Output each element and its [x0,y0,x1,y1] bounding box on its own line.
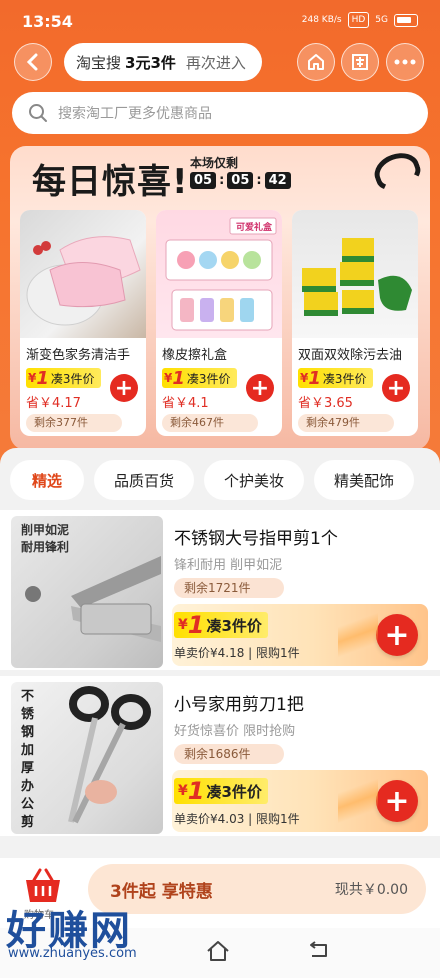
taobao-search-pill[interactable]: 淘宝搜 3元3件 再次进入 [64,43,262,81]
status-icons: 248 KB/s HD 5G [302,12,418,28]
search-icon [29,104,47,122]
item-image-caption: 削甲如泥 耐用锋利 [21,523,70,554]
surprise-product-card[interactable]: 双面双效除污去油 ¥ 1 凑3件价 省￥3.65 剩余479件 + [292,210,418,436]
net-speed: 248 KB/s [301,15,342,25]
home-icon [308,54,324,70]
product-name: 双面双效除污去油 [298,348,403,363]
remaining-badge: 剩余1686件 [174,744,284,764]
list-item[interactable]: 削甲如泥 耐用锋利 不锈钢大号指甲剪1个 锋利耐用 削甲如泥 剩余1721件 ¥… [0,510,440,670]
item-title: 不锈钢大号指甲剪1个 [174,529,338,549]
system-nav-bar: 好赚网 www.zhuanyes.com [0,908,440,978]
product-list-panel: 精选 品质百货 个护美妆 精美配饰 削甲如泥 耐用锋利 不锈钢大号指甲剪1个 锋… [0,448,440,858]
savings-text: 省￥4.17 [26,396,81,411]
add-to-cart-button[interactable]: + [110,374,138,402]
product-name: 渐变色家务清洁手 [26,348,131,363]
timer-label: 本场仅剩 [190,156,239,170]
share-button[interactable] [341,43,379,81]
plus-icon: + [386,375,406,401]
savings-text: 省￥3.65 [298,396,353,411]
timer-minutes: 05 [227,172,254,189]
product-image-gloves [20,210,146,338]
decorative-ribbon [369,147,425,195]
remaining-badge: 剩余1721件 [174,578,284,598]
list-item[interactable]: 不锈钢加厚办公剪 小号家用剪刀1把 好货惊喜价 限时抢购 剩余1686件 ¥ 1… [0,676,440,836]
product-image-erasers: 可爱礼盒 [156,210,282,338]
gloves-illustration [26,236,141,326]
return-icon [310,941,327,957]
plus-icon: + [250,375,270,401]
checkout-button[interactable]: 3件起 享特惠 现共￥0.00 [88,864,426,914]
sponges-illustration [302,238,412,316]
more-dots-icon [394,59,416,65]
remaining-badge: 剩余467件 [162,414,258,432]
product-name: 橡皮擦礼盒 [162,348,228,363]
item-image-caption: 不锈钢加厚办公剪 [21,689,35,830]
plus-icon: + [384,617,410,653]
tab-quality-goods[interactable]: 品质百货 [94,460,194,500]
home-button[interactable] [297,43,335,81]
plus-icon: + [384,783,410,819]
surprise-product-list: 渐变色家务清洁手 ¥ 1 凑3件价 省￥4.17 剩余377件 + 可爱礼盒 橡… [20,210,418,436]
watermark-url: www.zhuanyes.com [8,946,137,961]
search-placeholder: 搜索淘工厂更多优惠商品 [58,106,212,122]
remaining-badge: 剩余479件 [298,414,394,432]
single-price-limit: 单卖价¥4.18 | 限购1件 [174,646,300,660]
add-to-cart-button[interactable]: + [246,374,274,402]
search-promo: 3元3件 [125,53,176,72]
price-tag: ¥ 1 凑3件价 [174,777,268,805]
add-to-cart-button[interactable]: + [382,374,410,402]
top-nav: 淘宝搜 3元3件 再次进入 [0,42,440,82]
surprise-product-card[interactable]: 可爱礼盒 橡皮擦礼盒 ¥ 1 凑3件价 省￥4.1 剩余467件 + [156,210,282,436]
system-back-button[interactable] [306,940,330,966]
item-title: 小号家用剪刀1把 [174,695,304,715]
price-tag: ¥ 1 凑3件价 [26,368,101,389]
tab-accessories[interactable]: 精美配饰 [314,460,414,500]
timer-seconds: 42 [264,172,291,189]
remaining-badge: 剩余377件 [26,414,122,432]
gift-box-badge: 可爱礼盒 [236,223,273,233]
home-outline-icon [207,941,229,961]
add-to-cart-button[interactable]: + [376,780,418,822]
price-tag: ¥ 1 凑3件价 [174,611,268,639]
chevron-left-icon [26,53,38,71]
price-bar: ¥ 1 凑3件价 单卖价¥4.18 | 限购1件 + [172,604,428,666]
plus-icon: + [114,375,134,401]
price-tag: ¥ 1 凑3件价 [298,368,373,389]
daily-surprise-title: 每日惊喜! [32,162,189,202]
status-time: 13:54 [22,12,73,31]
timer-hours: 05 [190,172,217,189]
product-image-sponges [292,210,418,338]
daily-surprise-section: 每日惊喜! 本场仅剩 05 : 05 : 42 渐变色家务清洁手 ¥ 1 凑3件… [10,146,430,450]
more-button[interactable] [386,43,424,81]
search-brand: 淘宝搜 [76,53,122,72]
price-bar: ¥ 1 凑3件价 单卖价¥4.03 | 限购1件 + [172,770,428,832]
surprise-product-card[interactable]: 渐变色家务清洁手 ¥ 1 凑3件价 省￥4.17 剩余377件 + [20,210,146,436]
item-image-nail-clipper: 削甲如泥 耐用锋利 [11,516,163,668]
signal-icon: 5G [375,15,388,25]
category-tabs: 精选 品质百货 个护美妆 精美配饰 [10,460,414,500]
countdown-timer: 05 : 05 : 42 [190,172,291,189]
hd-icon: HD [347,12,370,28]
item-subtitle: 锋利耐用 削甲如泥 [174,558,283,573]
item-subtitle: 好货惊喜价 限时抢购 [174,724,296,739]
tab-featured[interactable]: 精选 [10,460,84,500]
battery-icon [394,13,418,27]
share-box-icon [352,54,368,70]
search-input[interactable]: 搜索淘工厂更多优惠商品 [12,92,428,134]
add-to-cart-button[interactable]: + [376,614,418,656]
price-tag: ¥ 1 凑3件价 [162,368,237,389]
status-bar: 13:54 248 KB/s HD 5G [0,0,440,40]
system-home-button[interactable] [206,940,230,966]
back-button[interactable] [14,43,52,81]
single-price-limit: 单卖价¥4.03 | 限购1件 [174,812,300,826]
search-again: 再次进入 [185,53,246,72]
savings-text: 省￥4.1 [162,396,209,411]
tab-beauty-care[interactable]: 个护美妆 [204,460,304,500]
item-image-scissors: 不锈钢加厚办公剪 [11,682,163,834]
checkout-total: 现共￥0.00 [334,882,408,898]
